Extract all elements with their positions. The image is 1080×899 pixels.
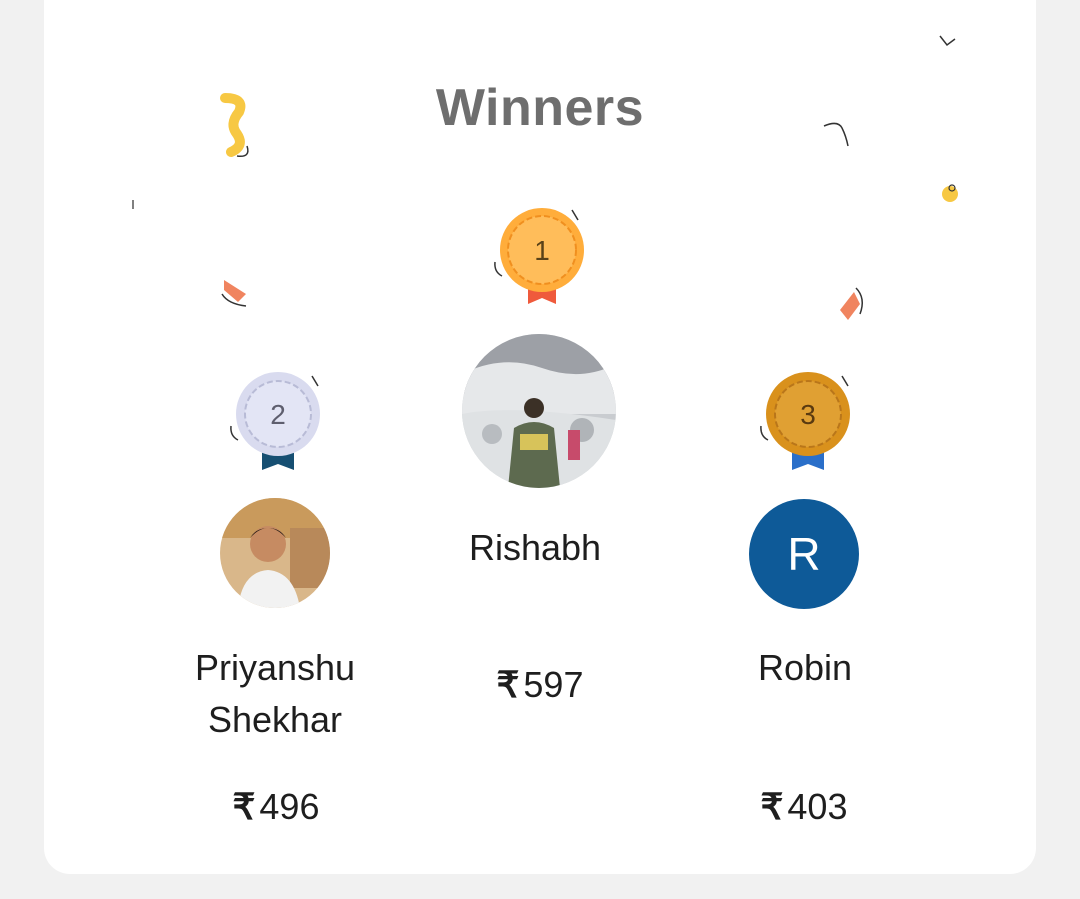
priyanshu-avatar[interactable] xyxy=(220,498,330,608)
avatar-photo xyxy=(220,498,330,608)
bronze-medal-icon: 3 xyxy=(760,372,850,470)
confetti-decoration xyxy=(942,184,958,202)
rank-1-number: 1 xyxy=(534,235,550,266)
rupee-icon: ₹ xyxy=(496,664,520,705)
prize-amount: 597 xyxy=(523,664,584,705)
winner-name-rank-1: Rishabh xyxy=(468,527,602,568)
winners-title: Winners xyxy=(435,79,645,137)
silver-medal-icon: 2 xyxy=(230,372,320,470)
prize-rank-2: ₹496 xyxy=(156,786,396,828)
gold-medal-icon: 1 xyxy=(494,208,584,304)
prize-rank-3: ₹403 xyxy=(684,786,924,828)
rank-3-number: 3 xyxy=(800,399,816,430)
confetti-decoration xyxy=(220,93,249,158)
confetti-decoration xyxy=(221,280,247,307)
winner-name-rank-2: Priyanshu Shekhar xyxy=(150,642,400,746)
prize-amount: 496 xyxy=(259,786,320,827)
rupee-icon: ₹ xyxy=(760,786,784,827)
avatar-letter: R xyxy=(787,528,821,580)
confetti-decoration xyxy=(132,200,134,209)
confetti-decoration xyxy=(840,287,863,320)
avatar-photo xyxy=(462,334,616,488)
winner-name-rank-3: Robin xyxy=(757,647,853,688)
winner-name-line-2: Shekhar xyxy=(207,699,343,740)
rupee-icon: ₹ xyxy=(232,786,256,827)
rishabh-avatar[interactable] xyxy=(462,334,616,488)
confetti-decoration xyxy=(939,35,956,47)
winner-name-line-1: Priyanshu xyxy=(194,647,356,688)
rank-2-number: 2 xyxy=(270,399,286,430)
confetti-decoration xyxy=(823,122,849,147)
robin-avatar[interactable]: R xyxy=(749,499,859,609)
prize-rank-1: ₹597 xyxy=(420,664,660,706)
prize-amount: 403 xyxy=(787,786,848,827)
